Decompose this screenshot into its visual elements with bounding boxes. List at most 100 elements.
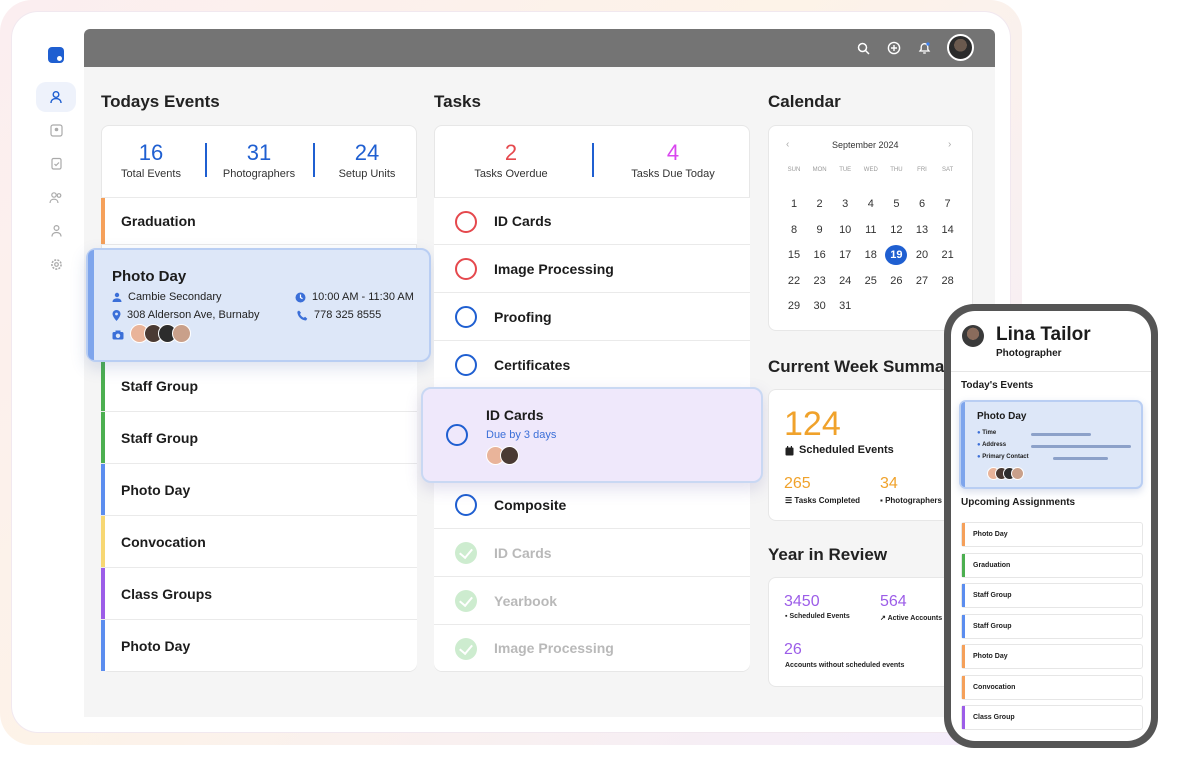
- calendar-day[interactable]: 15: [783, 245, 805, 265]
- calendar-day[interactable]: 6: [911, 194, 933, 214]
- task-item[interactable]: ID Cards: [434, 197, 750, 245]
- calendar-day[interactable]: 10: [834, 220, 856, 240]
- tasks-completed-count: 265: [784, 475, 811, 492]
- calendar-day[interactable]: 4: [860, 194, 882, 214]
- event-item[interactable]: Graduation: [101, 197, 417, 245]
- task-item-done[interactable]: ID Cards: [434, 529, 750, 577]
- task-status-ring[interactable]: [446, 424, 468, 446]
- task-label: ID Cards: [494, 544, 552, 561]
- upcoming-item[interactable]: Convocation: [961, 674, 1143, 700]
- calendar-day[interactable]: 27: [911, 271, 933, 291]
- calendar-day[interactable]: 9: [809, 220, 831, 240]
- search-icon[interactable]: [854, 39, 872, 57]
- calendar-day[interactable]: 21: [937, 245, 959, 265]
- avatar: [172, 324, 191, 343]
- pin-icon: [112, 309, 121, 321]
- clipboard-icon[interactable]: [36, 148, 76, 178]
- event-item[interactable]: Staff Group: [101, 360, 417, 412]
- upcoming-item[interactable]: Photo Day: [961, 644, 1143, 669]
- tasks-completed-text: Tasks Completed: [794, 496, 861, 505]
- check-icon[interactable]: [455, 542, 477, 564]
- event-item[interactable]: Class Groups: [101, 568, 417, 620]
- event-detail-popup[interactable]: Photo Day Cambie Secondary 308 Alderson …: [86, 248, 431, 362]
- calendar-day[interactable]: 17: [834, 245, 856, 265]
- bell-icon[interactable]: [915, 39, 933, 57]
- app-logo-icon[interactable]: [36, 40, 76, 70]
- upcoming-item[interactable]: Staff Group: [961, 583, 1143, 608]
- calendar-day[interactable]: 20: [911, 245, 933, 265]
- event-item[interactable]: Photo Day: [101, 620, 417, 671]
- task-item-done[interactable]: Yearbook: [434, 577, 750, 625]
- calendar-day[interactable]: 31: [834, 296, 856, 316]
- task-item-done[interactable]: Image Processing: [434, 625, 750, 671]
- calendar-day[interactable]: 8: [783, 220, 805, 240]
- assignee-avatars: [486, 446, 519, 465]
- upcoming-item[interactable]: Graduation: [961, 552, 1143, 578]
- calendar-day[interactable]: 16: [809, 245, 831, 265]
- stat-label: Tasks Overdue: [474, 168, 548, 180]
- task-status-ring[interactable]: [455, 306, 477, 328]
- task-status-ring[interactable]: [455, 211, 477, 233]
- active-accounts-count: 564: [880, 593, 907, 610]
- calendar-day[interactable]: 22: [783, 271, 805, 291]
- calendar-day[interactable]: 7: [937, 194, 959, 214]
- calendar-day[interactable]: 26: [885, 271, 907, 291]
- calendar-title: Calendar: [768, 92, 841, 111]
- stat-divider: [205, 143, 207, 177]
- upcoming-label: Convocation: [973, 683, 1016, 691]
- task-item[interactable]: Composite: [434, 481, 750, 529]
- calendar-day[interactable]: 30: [809, 296, 831, 316]
- event-label: Photo Day: [121, 637, 191, 654]
- check-icon[interactable]: [455, 590, 477, 612]
- calendar-day[interactable]: 29: [783, 296, 805, 316]
- settings-icon[interactable]: [36, 249, 76, 279]
- event-item[interactable]: Staff Group: [101, 412, 417, 464]
- active-accounts-label: ↗ Active Accounts: [880, 614, 946, 622]
- users-icon[interactable]: [36, 182, 76, 212]
- task-item[interactable]: Certificates: [434, 341, 750, 389]
- check-icon[interactable]: [455, 638, 477, 660]
- event-item[interactable]: Convocation: [101, 516, 417, 568]
- upcoming-item[interactable]: Class Group: [961, 705, 1143, 730]
- calendar-day[interactable]: 24: [834, 271, 856, 291]
- calendar-day[interactable]: 23: [809, 271, 831, 291]
- calendar-day[interactable]: 28: [937, 271, 959, 291]
- calendar-day[interactable]: 2: [809, 194, 831, 214]
- calendar-day[interactable]: 11: [860, 220, 882, 240]
- mobile-event-card[interactable]: Photo Day ● Time ● Address ● Primary Con…: [959, 400, 1143, 489]
- chevron-right-icon[interactable]: ›: [948, 139, 951, 150]
- calendar-icon: [785, 446, 794, 456]
- calendar-day[interactable]: 1: [783, 194, 805, 214]
- upcoming-item[interactable]: Staff Group: [961, 613, 1143, 639]
- task-item[interactable]: Proofing: [434, 293, 750, 341]
- user-avatar[interactable]: [947, 34, 974, 61]
- event-item[interactable]: Photo Day: [101, 464, 417, 516]
- task-status-ring[interactable]: [455, 354, 477, 376]
- task-item[interactable]: Image Processing: [434, 245, 750, 293]
- task-status-ring[interactable]: [455, 494, 477, 516]
- user-icon[interactable]: [36, 82, 76, 112]
- calendar-day[interactable]: 5: [885, 194, 907, 214]
- upcoming-label: Graduation: [973, 561, 1011, 569]
- calendar-day[interactable]: 14: [937, 220, 959, 240]
- calendar-day[interactable]: 25: [860, 271, 882, 291]
- day-of-week-label: TUE: [839, 167, 852, 173]
- task-label: ID Cards: [494, 213, 552, 229]
- year-scheduled-text: Scheduled Events: [789, 613, 850, 620]
- calendar-day[interactable]: 3: [834, 194, 856, 214]
- calendar-day[interactable]: 12: [885, 220, 907, 240]
- calendar-day[interactable]: 18: [860, 245, 882, 265]
- photographers-label: ▪ Photographers: [880, 496, 946, 505]
- person-icon[interactable]: [36, 215, 76, 245]
- task-label: Image Processing: [494, 640, 614, 656]
- chevron-left-icon[interactable]: ‹: [786, 139, 789, 150]
- task-detail-popup[interactable]: ID Cards Due by 3 days: [421, 387, 763, 483]
- task-status-ring[interactable]: [455, 258, 477, 280]
- upcoming-item[interactable]: Photo Day: [961, 522, 1143, 547]
- add-icon[interactable]: [885, 39, 903, 57]
- contacts-icon[interactable]: [36, 115, 76, 145]
- mobile-event-title: Photo Day: [977, 411, 1027, 422]
- calendar-day[interactable]: 13: [911, 220, 933, 240]
- accounts-without-count: 26: [784, 641, 802, 658]
- event-time: 10:00 AM - 11:30 AM: [312, 291, 414, 303]
